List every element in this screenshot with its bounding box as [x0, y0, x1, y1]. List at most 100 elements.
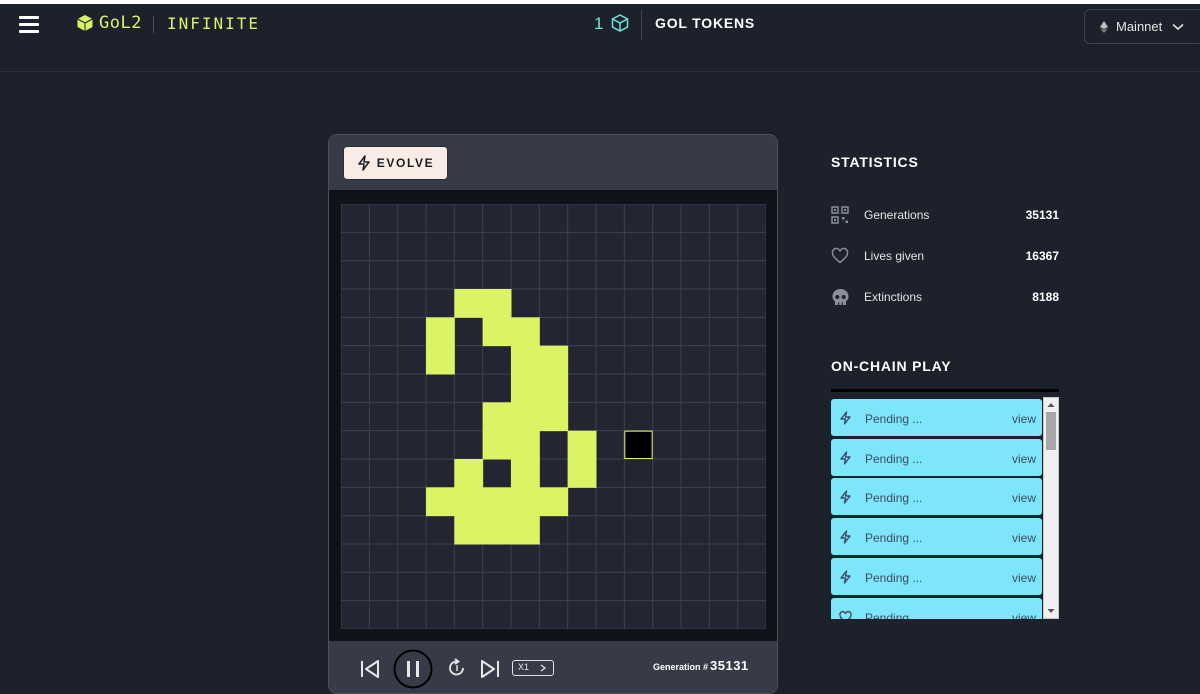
view-link[interactable]: view — [1012, 611, 1036, 619]
onchain-item[interactable]: Pending ... view — [831, 558, 1042, 595]
live-cell[interactable] — [539, 374, 569, 403]
dead-cell[interactable] — [596, 317, 625, 346]
live-cell[interactable] — [454, 289, 484, 318]
view-link[interactable]: view — [1012, 452, 1036, 466]
dead-cell[interactable] — [567, 345, 596, 374]
dead-cell[interactable] — [369, 289, 398, 318]
hamburger-menu-icon[interactable] — [19, 14, 39, 34]
dead-cell[interactable] — [454, 260, 483, 289]
dead-cell[interactable] — [426, 289, 455, 318]
dead-cell[interactable] — [369, 600, 398, 629]
live-cell[interactable] — [426, 487, 455, 517]
dead-cell[interactable] — [709, 232, 738, 261]
dead-cell[interactable] — [482, 459, 511, 488]
onchain-scrollbar[interactable] — [1043, 397, 1059, 619]
dead-cell[interactable] — [681, 345, 710, 374]
dead-cell[interactable] — [454, 544, 483, 573]
dead-cell[interactable] — [511, 232, 540, 261]
dead-cell[interactable] — [709, 430, 738, 459]
dead-cell[interactable] — [681, 600, 710, 629]
live-cell[interactable] — [454, 459, 484, 488]
dead-cell[interactable] — [652, 572, 681, 601]
dead-cell[interactable] — [454, 204, 483, 233]
dead-cell[interactable] — [426, 515, 455, 544]
game-grid-svg[interactable] — [341, 204, 766, 629]
dead-cell[interactable] — [567, 374, 596, 403]
dead-cell[interactable] — [426, 232, 455, 261]
dead-cell[interactable] — [737, 289, 766, 318]
dead-cell[interactable] — [652, 345, 681, 374]
dead-cell[interactable] — [737, 345, 766, 374]
dead-cell[interactable] — [652, 544, 681, 573]
dead-cell[interactable] — [624, 374, 653, 403]
dead-cell[interactable] — [539, 289, 568, 318]
dead-cell[interactable] — [341, 374, 370, 403]
onchain-item[interactable]: Pending ... view — [831, 439, 1042, 476]
dead-cell[interactable] — [397, 544, 426, 573]
onchain-item[interactable]: Pending ... view — [831, 598, 1042, 619]
dead-cell[interactable] — [681, 289, 710, 318]
dead-cell[interactable] — [624, 402, 653, 431]
dead-cell[interactable] — [539, 317, 568, 346]
dead-cell[interactable] — [341, 317, 370, 346]
dead-cell[interactable] — [709, 289, 738, 318]
dead-cell[interactable] — [596, 572, 625, 601]
dead-cell[interactable] — [567, 289, 596, 318]
dead-cell[interactable] — [369, 487, 398, 516]
dead-cell[interactable] — [652, 515, 681, 544]
dead-cell[interactable] — [624, 515, 653, 544]
dead-cell[interactable] — [652, 260, 681, 289]
pause-icon[interactable] — [393, 649, 433, 689]
dead-cell[interactable] — [681, 572, 710, 601]
view-link[interactable]: view — [1012, 571, 1036, 585]
dead-cell[interactable] — [567, 402, 596, 431]
dead-cell[interactable] — [397, 374, 426, 403]
dead-cell[interactable] — [369, 544, 398, 573]
live-cell[interactable] — [454, 487, 484, 517]
dead-cell[interactable] — [426, 459, 455, 488]
live-cell[interactable] — [482, 402, 512, 432]
dead-cell[interactable] — [737, 260, 766, 289]
dead-cell[interactable] — [681, 374, 710, 403]
dead-cell[interactable] — [369, 260, 398, 289]
dead-cell[interactable] — [397, 402, 426, 431]
dead-cell[interactable] — [709, 572, 738, 601]
dead-cell[interactable] — [482, 374, 511, 403]
dead-cell[interactable] — [341, 544, 370, 573]
dead-cell[interactable] — [709, 345, 738, 374]
dead-cell[interactable] — [596, 459, 625, 488]
dead-cell[interactable] — [397, 600, 426, 629]
view-link[interactable]: view — [1012, 491, 1036, 505]
dead-cell[interactable] — [454, 374, 483, 403]
live-cell[interactable] — [482, 289, 512, 318]
dead-cell[interactable] — [681, 487, 710, 516]
dead-cell[interactable] — [426, 374, 455, 403]
dead-cell[interactable] — [539, 572, 568, 601]
dead-cell[interactable] — [596, 345, 625, 374]
dead-cell[interactable] — [624, 487, 653, 516]
dead-cell[interactable] — [482, 572, 511, 601]
dead-cell[interactable] — [737, 459, 766, 488]
dead-cell[interactable] — [341, 402, 370, 431]
dead-cell[interactable] — [426, 544, 455, 573]
live-cell[interactable] — [454, 515, 484, 545]
dead-cell[interactable] — [341, 515, 370, 544]
dead-cell[interactable] — [737, 572, 766, 601]
dead-cell[interactable] — [567, 487, 596, 516]
dead-cell[interactable] — [397, 515, 426, 544]
dead-cell[interactable] — [681, 402, 710, 431]
game-grid[interactable] — [341, 204, 766, 629]
view-link[interactable]: view — [1012, 531, 1036, 545]
app-name[interactable]: INFINITE — [167, 14, 260, 33]
dead-cell[interactable] — [681, 317, 710, 346]
dead-cell[interactable] — [652, 289, 681, 318]
dead-cell[interactable] — [709, 317, 738, 346]
live-cell[interactable] — [426, 345, 455, 375]
dead-cell[interactable] — [426, 402, 455, 431]
dead-cell[interactable] — [454, 232, 483, 261]
dead-cell[interactable] — [341, 600, 370, 629]
live-cell[interactable] — [482, 487, 512, 517]
dead-cell[interactable] — [539, 459, 568, 488]
dead-cell[interactable] — [567, 544, 596, 573]
dead-cell[interactable] — [397, 317, 426, 346]
